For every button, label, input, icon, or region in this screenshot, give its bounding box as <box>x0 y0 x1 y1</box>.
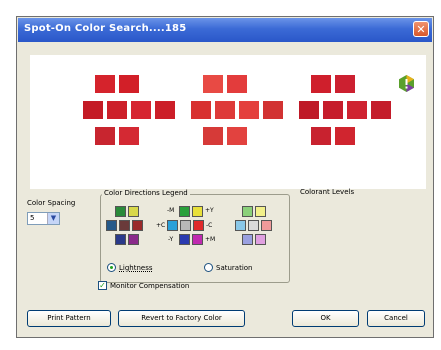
direction-label-minus-c: -C <box>206 222 213 229</box>
dialog-window: Spot-On Color Search....185 ✕ Color Spac… <box>16 16 434 338</box>
color-swatch[interactable] <box>191 101 211 119</box>
direction-label-plus-m: +M <box>205 236 216 243</box>
color-swatch[interactable] <box>215 101 235 119</box>
legend-swatch <box>167 220 178 231</box>
out-of-gamut-icon <box>399 75 414 92</box>
saturation-radio[interactable] <box>204 263 213 272</box>
lightness-label: Lightness <box>119 264 153 272</box>
chevron-down-icon[interactable]: ▼ <box>47 213 59 224</box>
color-swatch[interactable] <box>203 75 223 93</box>
legend-swatch <box>180 220 191 231</box>
close-icon[interactable]: ✕ <box>413 21 429 37</box>
direction-label-minus-y: -Y <box>168 236 174 243</box>
color-spacing-select[interactable]: 5 ▼ <box>27 212 60 225</box>
color-swatch[interactable] <box>299 101 319 119</box>
legend-swatch <box>179 206 190 217</box>
legend-swatch <box>119 220 130 231</box>
legend-swatch <box>248 220 259 231</box>
legend-swatch <box>242 206 253 217</box>
color-swatch[interactable] <box>119 75 139 93</box>
legend-swatch <box>106 220 117 231</box>
color-swatch[interactable] <box>227 127 247 145</box>
color-swatch[interactable] <box>311 127 331 145</box>
color-swatch[interactable] <box>227 75 247 93</box>
colorant-levels-label: Colorant Levels <box>300 188 355 196</box>
legend-swatch <box>255 206 266 217</box>
color-swatch[interactable] <box>371 101 391 119</box>
color-swatch[interactable] <box>107 101 127 119</box>
color-swatch[interactable] <box>323 101 343 119</box>
legend-swatch <box>192 206 203 217</box>
ok-button[interactable]: OK <box>292 310 359 327</box>
color-swatch[interactable] <box>347 101 367 119</box>
revert-to-factory-color-button[interactable]: Revert to Factory Color <box>118 310 245 327</box>
color-spacing-label: Color Spacing <box>27 199 76 207</box>
print-pattern-button[interactable]: Print Pattern <box>27 310 111 327</box>
legend-swatch <box>255 234 266 245</box>
legend-title: Color Directions Legend <box>102 189 190 197</box>
color-swatch[interactable] <box>131 101 151 119</box>
color-pattern-preview <box>30 55 426 189</box>
monitor-compensation-checkbox[interactable]: ✓ <box>98 281 107 290</box>
color-swatch[interactable] <box>335 75 355 93</box>
color-spacing-value: 5 <box>30 214 35 222</box>
legend-swatch <box>128 206 139 217</box>
color-swatch[interactable] <box>263 101 283 119</box>
legend-swatch <box>115 206 126 217</box>
color-swatch[interactable] <box>311 75 331 93</box>
color-swatch[interactable] <box>239 101 259 119</box>
color-swatch[interactable] <box>119 127 139 145</box>
title-bar[interactable]: Spot-On Color Search....185 ✕ <box>18 18 432 42</box>
window-title: Spot-On Color Search....185 <box>24 23 187 34</box>
color-swatch[interactable] <box>203 127 223 145</box>
legend-swatch <box>193 220 204 231</box>
cancel-button[interactable]: Cancel <box>367 310 425 327</box>
legend-swatch <box>128 234 139 245</box>
color-swatch[interactable] <box>83 101 103 119</box>
direction-label-plus-y: +Y <box>205 207 214 214</box>
legend-swatch <box>132 220 143 231</box>
lightness-radio[interactable] <box>107 263 116 272</box>
legend-swatch <box>242 234 253 245</box>
legend-swatch <box>115 234 126 245</box>
legend-swatch <box>179 234 190 245</box>
legend-swatch <box>192 234 203 245</box>
saturation-label: Saturation <box>216 264 253 272</box>
legend-swatch <box>261 220 272 231</box>
direction-label-plus-c: +C <box>156 222 166 229</box>
monitor-compensation-label: Monitor Compensation <box>110 282 190 290</box>
color-swatch[interactable] <box>95 127 115 145</box>
color-swatch[interactable] <box>155 101 175 119</box>
color-swatch[interactable] <box>335 127 355 145</box>
direction-label-minus-m: -M <box>167 207 175 214</box>
legend-swatch <box>235 220 246 231</box>
color-swatch[interactable] <box>95 75 115 93</box>
